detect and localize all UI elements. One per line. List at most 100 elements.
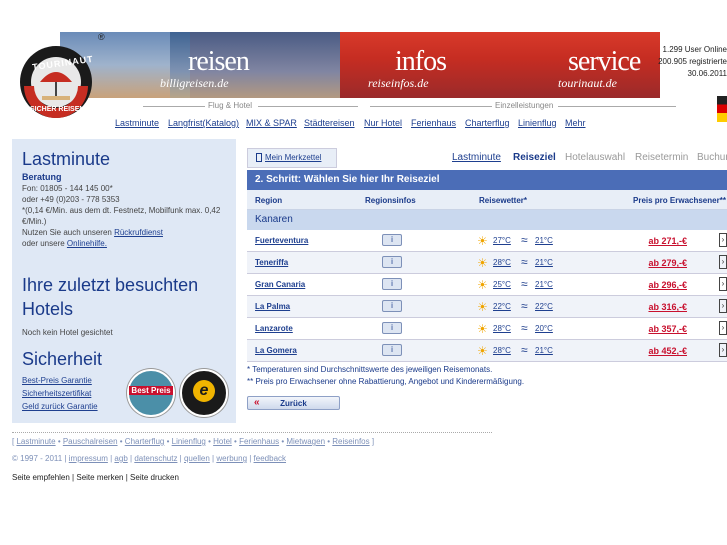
price-link[interactable]: ab 316,-€ (648, 302, 687, 312)
row-arrow-button[interactable]: › (719, 233, 727, 247)
brand-service-domain[interactable]: tourinaut.de (558, 76, 617, 91)
tourinaut-logo[interactable]: TOURINAUT SICHER REISEN ® (10, 28, 106, 132)
footer-link[interactable]: Hotel (213, 437, 232, 446)
footer-action[interactable]: Seite merken (76, 473, 123, 482)
brand-service-title[interactable]: service (568, 46, 641, 78)
nav-charterflug[interactable]: Charterflug (465, 118, 510, 128)
air-temp[interactable]: 22°C (493, 302, 511, 311)
logo-bottom-text: SICHER REISEN (30, 106, 85, 113)
onlinehilfe-line: oder unsere Onlinehilfe. (22, 238, 222, 249)
brand-reisen-title[interactable]: reisen (188, 46, 250, 78)
row-arrow-button[interactable]: › (719, 299, 727, 313)
footer-link[interactable]: Charterflug (125, 437, 165, 446)
trusted-shops-badge[interactable]: e (180, 369, 228, 417)
footer-link[interactable]: Mietwagen (286, 437, 325, 446)
info-button[interactable]: i (382, 234, 402, 246)
footer-link[interactable]: Ferienhaus (239, 437, 279, 446)
table-row: Gran Canaria i ☀ 25°C ≈21°C ab 296,-€ › (247, 274, 727, 296)
step-lastminute[interactable]: Lastminute (452, 152, 501, 163)
step-reiseziel: Reiseziel (513, 152, 556, 163)
hotline-costs: *(0,14 €/Min. aus dem dt. Festnetz, Mobi… (22, 206, 221, 226)
nav-langfrist[interactable]: Langfrist(Katalog) (168, 118, 239, 128)
footer-link[interactable]: Pauschalreisen (63, 437, 118, 446)
footer-action[interactable]: Seite drucken (130, 473, 179, 482)
group-kanaren: Kanaren (247, 210, 727, 230)
online-users: 1.299 User Online (662, 45, 727, 54)
region-link[interactable]: Lanzarote (255, 324, 293, 333)
back-button[interactable]: « Zurück (247, 396, 340, 410)
merkzettel-icon (256, 153, 262, 163)
nav-divider (143, 106, 205, 107)
info-button[interactable]: i (382, 300, 402, 312)
row-arrow-button[interactable]: › (719, 343, 727, 357)
info-button[interactable]: i (382, 344, 402, 356)
nav-mehr[interactable]: Mehr (565, 118, 586, 128)
nav-staedtereisen[interactable]: Städtereisen (304, 118, 355, 128)
brand-infos-domain[interactable]: reiseinfos.de (368, 76, 429, 91)
legal-link[interactable]: quellen (184, 454, 210, 463)
water-temp[interactable]: 21°C (535, 236, 553, 245)
footer-link[interactable]: Linienflug (172, 437, 206, 446)
brand-reisen-domain[interactable]: billigreisen.de (160, 76, 229, 91)
water-temp[interactable]: 22°C (535, 302, 553, 311)
row-arrow-button[interactable]: › (719, 277, 727, 291)
price-link[interactable]: ab 357,-€ (648, 324, 687, 334)
rueckruf-prefix: Nutzen Sie auch unseren (22, 228, 115, 237)
footer-action[interactable]: Seite empfehlen (12, 473, 70, 482)
air-temp[interactable]: 28°C (493, 346, 511, 355)
brand-infos-title[interactable]: infos (395, 46, 447, 78)
back-arrow-icon: « (254, 397, 260, 408)
row-arrow-button[interactable]: › (719, 321, 727, 335)
legal-link[interactable]: impressum (69, 454, 108, 463)
back-label: Zurück (280, 398, 307, 408)
legal-link[interactable]: agb (114, 454, 127, 463)
region-link[interactable]: Fuerteventura (255, 236, 308, 245)
price-link[interactable]: ab 452,-€ (648, 346, 687, 356)
col-region: Region (255, 196, 283, 205)
region-link[interactable]: La Palma (255, 302, 290, 311)
table-row: La Palma i ☀ 22°C ≈22°C ab 316,-€ › (247, 296, 727, 318)
region-link[interactable]: La Gomera (255, 346, 297, 355)
region-table: Region Regionsinfos Reisewetter* Preis p… (247, 190, 727, 362)
nav-mix-spar[interactable]: MIX & SPAR (246, 118, 297, 128)
info-button[interactable]: i (382, 278, 402, 290)
legal-link[interactable]: datenschutz (134, 454, 177, 463)
best-preis-badge[interactable]: Best Preis (127, 369, 175, 417)
water-temp[interactable]: 21°C (535, 346, 553, 355)
merkzettel-tab[interactable]: Mein Merkzettel (247, 148, 337, 168)
price-link[interactable]: ab 279,-€ (648, 258, 687, 268)
nav-group-einzelleistungen: Einzelleistungen (495, 101, 554, 110)
info-button[interactable]: i (382, 256, 402, 268)
merkzettel-label: Mein Merkzettel (265, 153, 322, 162)
legal-link[interactable]: werbung (216, 454, 247, 463)
air-temp[interactable]: 27°C (493, 236, 511, 245)
region-link[interactable]: Teneriffa (255, 258, 288, 267)
nav-group-flug-hotel: Flug & Hotel (208, 101, 253, 110)
footer-actions: Seite empfehlen | Seite merken | Seite d… (12, 473, 179, 482)
legal-link[interactable]: feedback (254, 454, 286, 463)
beratung-label: Beratung (22, 172, 62, 182)
onlinehilfe-link[interactable]: Onlinehilfe. (67, 239, 107, 248)
air-temp[interactable]: 25°C (493, 280, 511, 289)
row-arrow-button[interactable]: › (719, 255, 727, 269)
nav-ferienhaus[interactable]: Ferienhaus (411, 118, 456, 128)
nav-lastminute[interactable]: Lastminute (115, 118, 159, 128)
nav-nur-hotel[interactable]: Nur Hotel (364, 118, 402, 128)
table-row: Fuerteventura i ☀ 27°C ≈21°C ab 271,-€ › (247, 230, 727, 252)
water-wave-icon: ≈ (521, 277, 528, 291)
info-button[interactable]: i (382, 322, 402, 334)
air-temp[interactable]: 28°C (493, 258, 511, 267)
rueckrufdienst-link[interactable]: Rückrufdienst (114, 228, 163, 237)
region-link[interactable]: Gran Canaria (255, 280, 305, 289)
nav-linienflug[interactable]: Linienflug (518, 118, 557, 128)
sun-icon: ☀ (477, 256, 488, 270)
air-temp[interactable]: 28°C (493, 324, 511, 333)
footer-link[interactable]: Reiseinfos (332, 437, 369, 446)
water-temp[interactable]: 20°C (535, 324, 553, 333)
water-temp[interactable]: 21°C (535, 280, 553, 289)
price-link[interactable]: ab 271,-€ (648, 236, 687, 246)
hotline-intl: oder +49 (0)203 - 778 5353 (22, 195, 120, 204)
water-temp[interactable]: 21°C (535, 258, 553, 267)
price-link[interactable]: ab 296,-€ (648, 280, 687, 290)
footer-link[interactable]: Lastminute (16, 437, 55, 446)
